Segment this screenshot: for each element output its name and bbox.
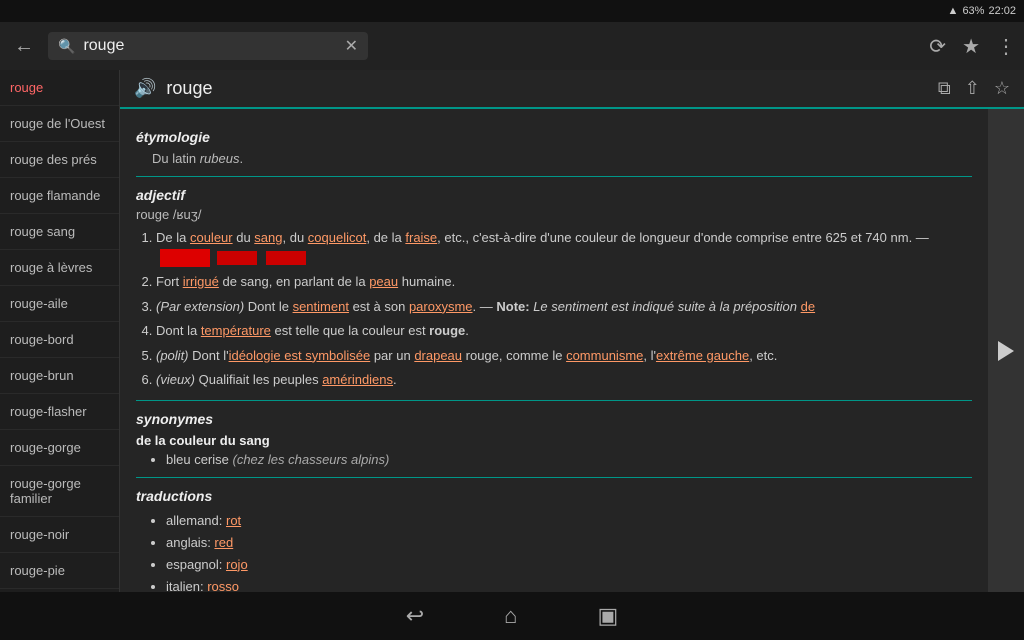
def-item-2: Fort irrigué de sang, en parlant de la p… (156, 272, 972, 292)
status-icons: ▲ 63% 22:02 (948, 5, 1016, 17)
sidebar: rouge rouge de l'Ouest rouge des prés ro… (0, 70, 120, 592)
trad-anglais: anglais: red (166, 532, 972, 554)
color-swatch-1 (160, 249, 210, 267)
word-header-actions: ⧉ ⇧ ☆ (938, 78, 1010, 99)
synonym-item: bleu cerise (chez les chasseurs alpins) (166, 452, 972, 467)
top-bar-actions: ⟳ ★ ⋮ (929, 34, 1016, 59)
home-nav-button[interactable]: ⌂ (504, 603, 517, 629)
def-item-6: (vieux) Qualifiait les peuples amérindie… (156, 370, 972, 390)
color-swatch-2 (217, 251, 257, 265)
more-button[interactable]: ⋮ (996, 34, 1016, 59)
sidebar-item-rouge-a-levres[interactable]: rouge à lèvres (0, 250, 119, 286)
sidebar-item-rouge-gorge-familier[interactable]: rouge-gorge familier (0, 466, 119, 517)
speaker-button[interactable]: 🔊 (134, 78, 156, 99)
traductions-title: traductions (136, 488, 972, 504)
definition-content: étymologie Du latin rubeus. adjectif rou… (120, 109, 988, 592)
word-header: 🔊 rouge ⧉ ⇧ ☆ (120, 70, 1024, 109)
adjectif-title: adjectif (136, 187, 972, 203)
back-button[interactable]: ← (8, 29, 40, 64)
sidebar-item-rouge-noir[interactable]: rouge-noir (0, 517, 119, 553)
main-area: rouge rouge de l'Ouest rouge des prés ro… (0, 70, 1024, 592)
battery-text: 63% (962, 5, 984, 17)
sidebar-item-rouge[interactable]: rouge (0, 70, 119, 106)
top-bar: ← 🔍 ✕ ⟳ ★ ⋮ (0, 22, 1024, 70)
word-title: rouge (166, 78, 212, 99)
sidebar-item-rouge-flasher[interactable]: rouge-flasher (0, 394, 119, 430)
def-item-1: De la couleur du sang, du coquelicot, de… (156, 228, 972, 267)
content-panel: 🔊 rouge ⧉ ⇧ ☆ étymologie Du latin rubeus… (120, 70, 1024, 592)
synonymes-label: de la couleur du sang (136, 433, 972, 448)
def-item-5: (polit) Dont l'idéologie est symbolisée … (156, 346, 972, 366)
search-input[interactable] (83, 37, 336, 55)
definition-list: De la couleur du sang, du coquelicot, de… (156, 228, 972, 390)
back-nav-button[interactable]: ↩ (406, 603, 424, 629)
star-button[interactable]: ☆ (994, 78, 1010, 99)
color-swatch-3 (266, 251, 306, 265)
sidebar-item-rouge-de-louest[interactable]: rouge de l'Ouest (0, 106, 119, 142)
etymology-title: étymologie (136, 129, 972, 145)
sidebar-item-rouge-sang[interactable]: rouge sang (0, 214, 119, 250)
synonymes-title: synonymes (136, 411, 972, 427)
trad-allemand: allemand: rot (166, 510, 972, 532)
trad-espagnol: espagnol: rojo (166, 554, 972, 576)
status-bar: ▲ 63% 22:02 (0, 0, 1024, 22)
play-arrow-icon (998, 341, 1014, 361)
bookmark-button[interactable]: ★ (962, 34, 980, 59)
sidebar-item-rouge-bord[interactable]: rouge-bord (0, 322, 119, 358)
sidebar-item-rouge-flamande[interactable]: rouge flamande (0, 178, 119, 214)
copy-button[interactable]: ⧉ (938, 78, 951, 99)
synonymes-list: bleu cerise (chez les chasseurs alpins) (166, 452, 972, 467)
bottom-nav: ↩ ⌂ ▣ (0, 592, 1024, 640)
sidebar-item-rouge-pie[interactable]: rouge-pie (0, 553, 119, 589)
clear-icon[interactable]: ✕ (345, 36, 358, 56)
trad-italien: italien: rosso (166, 576, 972, 592)
search-box[interactable]: 🔍 ✕ (48, 32, 368, 60)
recent-nav-button[interactable]: ▣ (597, 603, 618, 629)
clock: 22:02 (988, 5, 1016, 17)
etymology-text: Du latin rubeus. (152, 151, 972, 166)
section-divider-1 (136, 176, 972, 177)
section-divider-2 (136, 400, 972, 401)
definition-area: étymologie Du latin rubeus. adjectif rou… (120, 109, 1024, 592)
def-item-4: Dont la température est telle que la cou… (156, 321, 972, 341)
phonetic: rouge /ʁuʒ/ (136, 207, 972, 222)
def-item-3: (Par extension) Dont le sentiment est à … (156, 297, 972, 317)
share-button[interactable]: ⇧ (965, 78, 980, 99)
history-button[interactable]: ⟳ (929, 34, 946, 59)
sidebar-item-rouge-gorge[interactable]: rouge-gorge (0, 430, 119, 466)
wifi-icon: ▲ (948, 5, 959, 17)
sidebar-item-rouge-des-pres[interactable]: rouge des prés (0, 142, 119, 178)
sidebar-item-rouge-brun[interactable]: rouge-brun (0, 358, 119, 394)
search-icon: 🔍 (58, 38, 75, 55)
traductions-list: allemand: rot anglais: red espagnol: roj… (166, 510, 972, 592)
play-button[interactable] (988, 109, 1024, 592)
sidebar-item-rouge-aile[interactable]: rouge-aile (0, 286, 119, 322)
section-divider-3 (136, 477, 972, 478)
